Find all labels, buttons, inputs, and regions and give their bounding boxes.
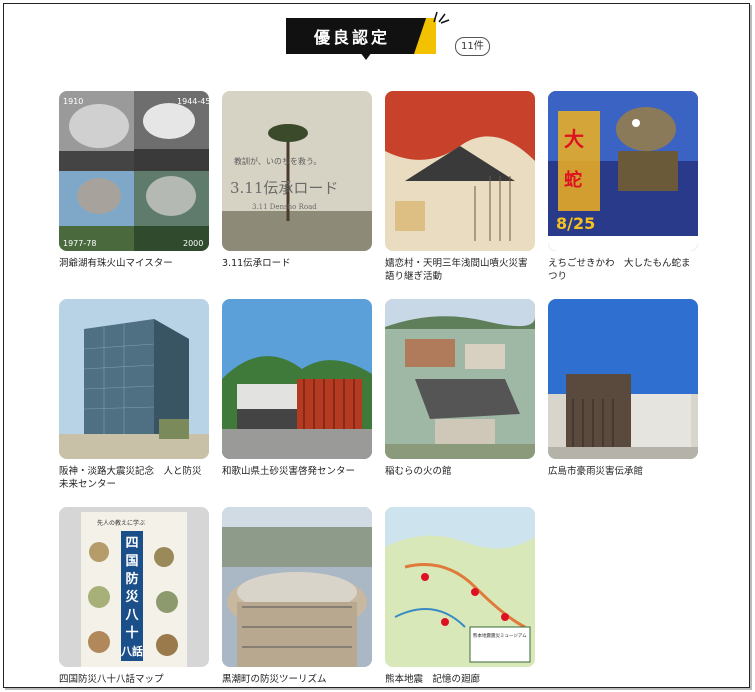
card-caption[interactable]: 熊本地震 記憶の廻廊 bbox=[385, 673, 535, 686]
card-image[interactable] bbox=[222, 299, 372, 459]
year-label: 2000 bbox=[183, 239, 203, 248]
image-subtitle: 3.11 Densho Road bbox=[252, 203, 317, 211]
page-title: 優良認定 bbox=[313, 28, 390, 47]
card-hiroshima-gou-u[interactable]: 広島市豪雨災害伝承館 bbox=[548, 299, 698, 478]
svg-text:国: 国 bbox=[125, 554, 138, 569]
miracle-pine-photo: 教訓が、いのちを救う。 3.11伝承ロード 3.11 Densho Road bbox=[222, 91, 372, 251]
svg-text:八話: 八話 bbox=[120, 644, 143, 658]
image-tagline: 教訓が、いのちを救う。 bbox=[234, 156, 321, 166]
card-caption[interactable]: 和歌山県土砂災害啓発センター bbox=[222, 465, 372, 478]
card-echigo-sekikawa[interactable]: 大 蛇 8/25 えちごせきかわ 大したもん蛇まつり bbox=[548, 91, 698, 283]
svg-text:防: 防 bbox=[125, 571, 138, 587]
aerial-town-photo bbox=[385, 299, 535, 459]
svg-text:十: 十 bbox=[125, 625, 138, 641]
card-image[interactable]: 大 蛇 8/25 bbox=[548, 91, 698, 251]
card-image[interactable] bbox=[59, 299, 209, 459]
shikoku-map-cover: 先人の教えに学ぶ 四 国 防 災 八 十 八話 bbox=[59, 507, 209, 667]
eruption-scroll-painting bbox=[385, 91, 535, 251]
volcano-photo-collage: 1910 1944-45 1977-78 2000 bbox=[59, 91, 209, 251]
tsunami-tower-photo bbox=[222, 507, 372, 667]
card-caption[interactable]: 黒潮町の防災ツーリズム bbox=[222, 673, 372, 686]
map-legend-title: 熊本地震震災ミュージアム bbox=[473, 632, 527, 639]
card-shikoku-88[interactable]: 先人の教えに学ぶ 四 国 防 災 八 十 八話 四国防災八十八話マップ bbox=[59, 507, 209, 686]
card-image[interactable] bbox=[548, 299, 698, 459]
page-frame: 優良認定 11件 1910 1944-45 1977-78 2000 洞爺湖有珠… bbox=[3, 3, 750, 688]
card-image[interactable]: 先人の教えに学ぶ 四 国 防 災 八 十 八話 bbox=[59, 507, 209, 667]
badge-tail bbox=[360, 52, 372, 60]
kumamoto-map: 熊本地震震災ミュージアム bbox=[385, 507, 535, 667]
card-kumamoto-kioku[interactable]: 熊本地震震災ミュージアム 熊本地震 記憶の廻廊 bbox=[385, 507, 535, 686]
card-caption[interactable]: 3.11伝承ロード bbox=[222, 257, 372, 270]
hiroshima-building-photo bbox=[548, 299, 698, 459]
year-label: 1910 bbox=[63, 97, 83, 106]
poster-date: 8/25 bbox=[556, 214, 595, 233]
card-image[interactable] bbox=[385, 299, 535, 459]
header: 優良認定 11件 bbox=[4, 4, 749, 64]
svg-text:四: 四 bbox=[125, 536, 138, 551]
card-usu-volcano[interactable]: 1910 1944-45 1977-78 2000 洞爺湖有珠火山マイスター bbox=[59, 91, 209, 270]
spark-icon bbox=[433, 11, 450, 24]
card-kuroshio-tourism[interactable]: 黒潮町の防災ツーリズム bbox=[222, 507, 372, 686]
card-311-densho-road[interactable]: 教訓が、いのちを救う。 3.11伝承ロード 3.11 Densho Road 3… bbox=[222, 91, 372, 270]
card-image[interactable]: 教訓が、いのちを救う。 3.11伝承ロード 3.11 Densho Road bbox=[222, 91, 372, 251]
svg-text:大: 大 bbox=[564, 127, 584, 151]
svg-text:蛇: 蛇 bbox=[564, 169, 582, 191]
glass-building-photo bbox=[59, 299, 209, 459]
card-image[interactable] bbox=[222, 507, 372, 667]
card-caption[interactable]: 阪神・淡路大震災記念 人と防災未来センター bbox=[59, 465, 209, 491]
card-caption[interactable]: 嬬恋村・天明三年浅間山噴火災害語り継ぎ活動 bbox=[385, 257, 535, 283]
image-title: 3.11伝承ロード bbox=[230, 179, 338, 197]
card-image[interactable]: 1910 1944-45 1977-78 2000 bbox=[59, 91, 209, 251]
card-hito-bousai-center[interactable]: 阪神・淡路大震災記念 人と防災未来センター bbox=[59, 299, 209, 491]
card-image[interactable] bbox=[385, 91, 535, 251]
card-caption[interactable]: 洞爺湖有珠火山マイスター bbox=[59, 257, 209, 270]
title-badge: 優良認定 bbox=[286, 18, 436, 60]
red-building-photo bbox=[222, 299, 372, 459]
card-wakayama-sabo-center[interactable]: 和歌山県土砂災害啓発センター bbox=[222, 299, 372, 478]
snake-festival-poster: 大 蛇 8/25 bbox=[548, 91, 698, 251]
card-caption[interactable]: 稲むらの火の館 bbox=[385, 465, 535, 478]
count-badge: 11件 bbox=[455, 37, 490, 56]
cover-tagline: 先人の教えに学ぶ bbox=[97, 519, 145, 527]
year-label: 1944-45 bbox=[177, 97, 209, 106]
card-caption[interactable]: 四国防災八十八話マップ bbox=[59, 673, 209, 686]
year-label: 1977-78 bbox=[63, 239, 96, 248]
card-tsumagoi-asama[interactable]: 嬬恋村・天明三年浅間山噴火災害語り継ぎ活動 bbox=[385, 91, 535, 283]
card-caption[interactable]: えちごせきかわ 大したもん蛇まつり bbox=[548, 257, 698, 283]
card-image[interactable]: 熊本地震震災ミュージアム bbox=[385, 507, 535, 667]
svg-text:災: 災 bbox=[125, 590, 139, 605]
card-caption[interactable]: 広島市豪雨災害伝承館 bbox=[548, 465, 698, 478]
svg-text:八: 八 bbox=[124, 608, 139, 623]
card-inamura-no-hi[interactable]: 稲むらの火の館 bbox=[385, 299, 535, 478]
